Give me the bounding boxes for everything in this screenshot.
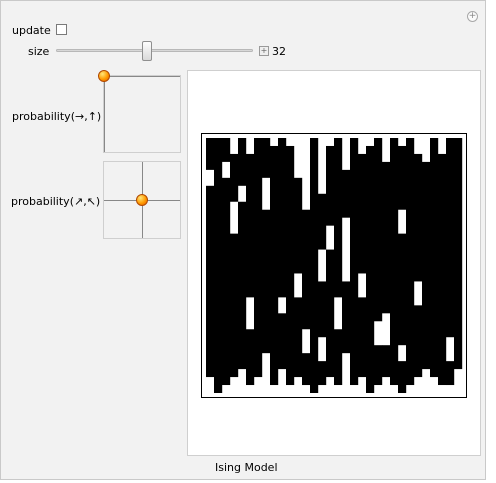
- size-slider-track[interactable]: [56, 49, 253, 52]
- pad-1-h-axis: [104, 76, 180, 77]
- spin-run: [238, 138, 247, 186]
- spin-run: [398, 361, 407, 394]
- spin-run: [206, 185, 215, 378]
- spin-run: [382, 161, 391, 314]
- spin-run: [318, 193, 327, 250]
- plot-frame: [187, 70, 481, 456]
- spin-run: [278, 313, 287, 370]
- spin-run: [422, 161, 431, 370]
- probability-2-pad[interactable]: [103, 161, 181, 239]
- update-label: update: [12, 24, 51, 37]
- options-plus-icon[interactable]: +: [467, 11, 478, 22]
- spin-run: [342, 169, 351, 218]
- spin-run: [230, 233, 239, 378]
- spin-run: [374, 138, 383, 322]
- spin-run: [262, 209, 271, 354]
- spin-run: [318, 361, 327, 386]
- size-value: 32: [272, 45, 286, 58]
- spin-run: [246, 329, 255, 386]
- spin-run: [358, 297, 367, 378]
- spin-run: [270, 145, 279, 386]
- spin-run: [302, 209, 311, 330]
- size-slider-thumb[interactable]: [141, 41, 152, 61]
- spin-run: [318, 281, 327, 338]
- spin-run: [414, 305, 423, 378]
- spin-run: [302, 353, 311, 386]
- spin-run: [294, 177, 303, 274]
- spin-run: [374, 345, 383, 386]
- size-label: size: [28, 45, 50, 58]
- probability-2-locator[interactable]: [136, 194, 148, 206]
- spin-run: [382, 345, 391, 378]
- spin-run: [262, 138, 271, 178]
- spin-run: [238, 201, 247, 370]
- spin-run: [294, 297, 303, 378]
- spin-run: [358, 153, 367, 274]
- spin-run: [406, 138, 415, 386]
- spin-run: [246, 153, 255, 298]
- spin-run: [446, 138, 455, 338]
- probability-2-label: probability(↗,↖): [11, 195, 101, 208]
- spin-run: [398, 233, 407, 346]
- probability-1-pad[interactable]: [98, 70, 181, 153]
- spin-run: [326, 249, 335, 378]
- probability-1-locator[interactable]: [98, 70, 110, 82]
- spin-run: [278, 138, 287, 298]
- spin-run: [454, 138, 463, 370]
- spin-run: [414, 153, 423, 282]
- spin-run: [222, 138, 231, 162]
- spin-run: [446, 361, 455, 386]
- spin-run: [398, 145, 407, 210]
- probability-1-label: probability(→,↑): [12, 110, 102, 123]
- spin-run: [214, 138, 223, 393]
- spin-run: [206, 138, 215, 170]
- pad-1-v-axis: [104, 76, 105, 152]
- spin-run: [438, 153, 447, 386]
- spin-run: [334, 329, 343, 386]
- spin-run: [334, 138, 343, 298]
- ising-lattice: [201, 133, 467, 398]
- spin-run: [390, 138, 399, 386]
- spin-run: [430, 138, 439, 378]
- manipulate-panel: + update size + 32 probability(→,↑) prob…: [0, 0, 486, 480]
- spin-run: [342, 281, 351, 354]
- spin-run: [366, 145, 375, 393]
- spin-run: [310, 138, 319, 393]
- spin-run: [326, 145, 335, 226]
- plot-caption: Ising Model: [215, 461, 278, 474]
- spin-run: [286, 145, 295, 386]
- spin-run: [222, 177, 231, 386]
- spin-run: [350, 138, 359, 386]
- size-slider-expand-icon[interactable]: +: [259, 46, 269, 56]
- spin-run: [230, 153, 239, 202]
- update-checkbox[interactable]: [56, 24, 67, 35]
- spin-run: [254, 138, 263, 378]
